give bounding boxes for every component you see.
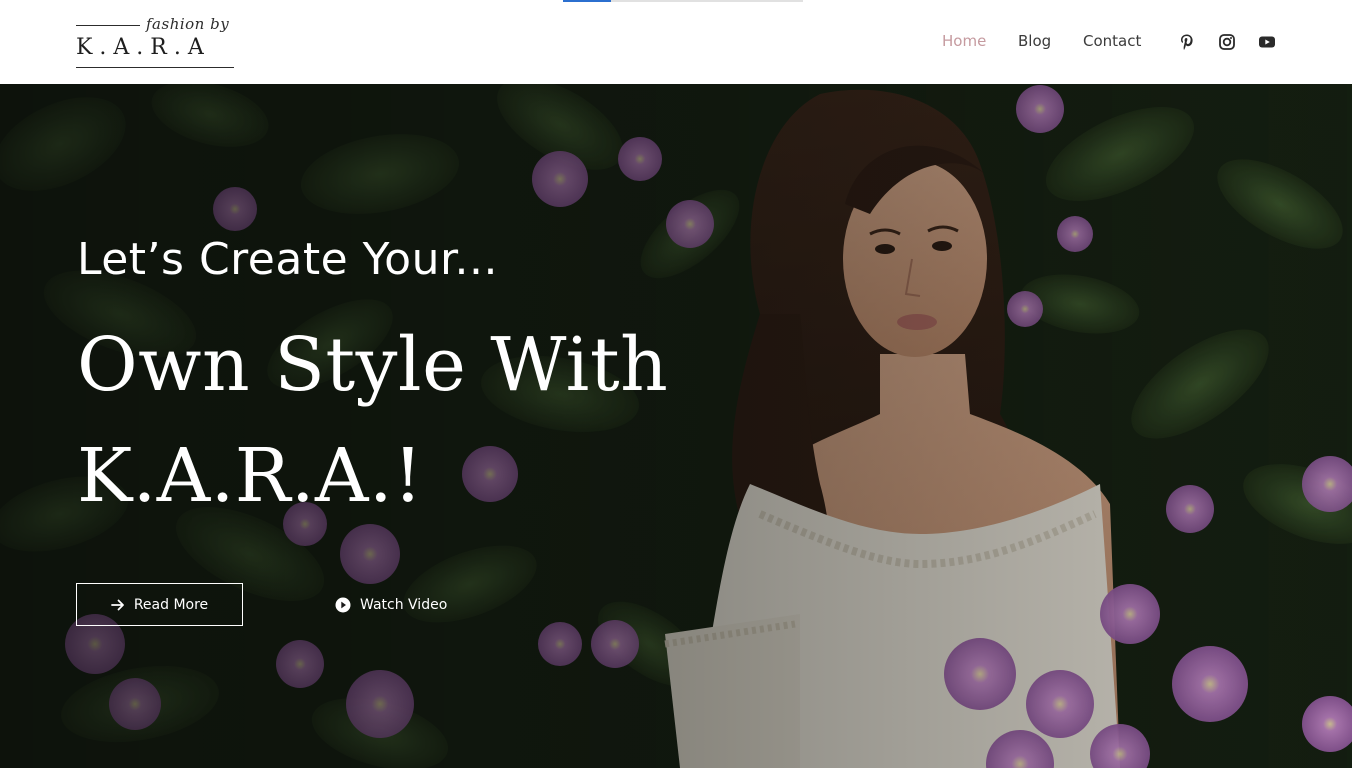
logo-rule-top bbox=[76, 25, 140, 26]
hero-section: Let’s Create Your... Own Style With K.A.… bbox=[0, 84, 1352, 768]
hero-headline-line-1: Own Style With bbox=[77, 322, 669, 408]
brand-logo[interactable]: fashion by K . A . R . A bbox=[76, 15, 234, 71]
instagram-icon[interactable] bbox=[1218, 33, 1236, 51]
reading-progress-bar bbox=[563, 0, 803, 2]
logo-wordmark: K . A . R . A bbox=[76, 35, 204, 60]
logo-script-text: fashion by bbox=[146, 15, 230, 33]
site-header: fashion by K . A . R . A Home Blog Conta… bbox=[0, 0, 1352, 84]
nav-item-blog[interactable]: Blog bbox=[1018, 32, 1051, 50]
arrow-right-icon bbox=[110, 599, 124, 610]
nav-item-contact[interactable]: Contact bbox=[1083, 32, 1141, 50]
watch-video-button[interactable]: Watch Video bbox=[335, 594, 447, 616]
hero-overlay bbox=[0, 84, 1352, 768]
read-more-label: Read More bbox=[133, 596, 209, 613]
hero-headline-line-2: K.A.R.A.! bbox=[77, 433, 424, 519]
watch-video-label: Watch Video bbox=[360, 597, 448, 613]
youtube-icon[interactable] bbox=[1258, 33, 1276, 51]
play-circle-icon bbox=[335, 597, 351, 613]
read-more-button[interactable]: Read More bbox=[76, 583, 243, 626]
hero-eyebrow: Let’s Create Your... bbox=[77, 234, 498, 285]
reading-progress-fill bbox=[563, 0, 611, 2]
nav-item-home[interactable]: Home bbox=[942, 32, 986, 50]
pinterest-icon[interactable] bbox=[1178, 33, 1196, 51]
logo-rule-bottom bbox=[76, 67, 234, 68]
